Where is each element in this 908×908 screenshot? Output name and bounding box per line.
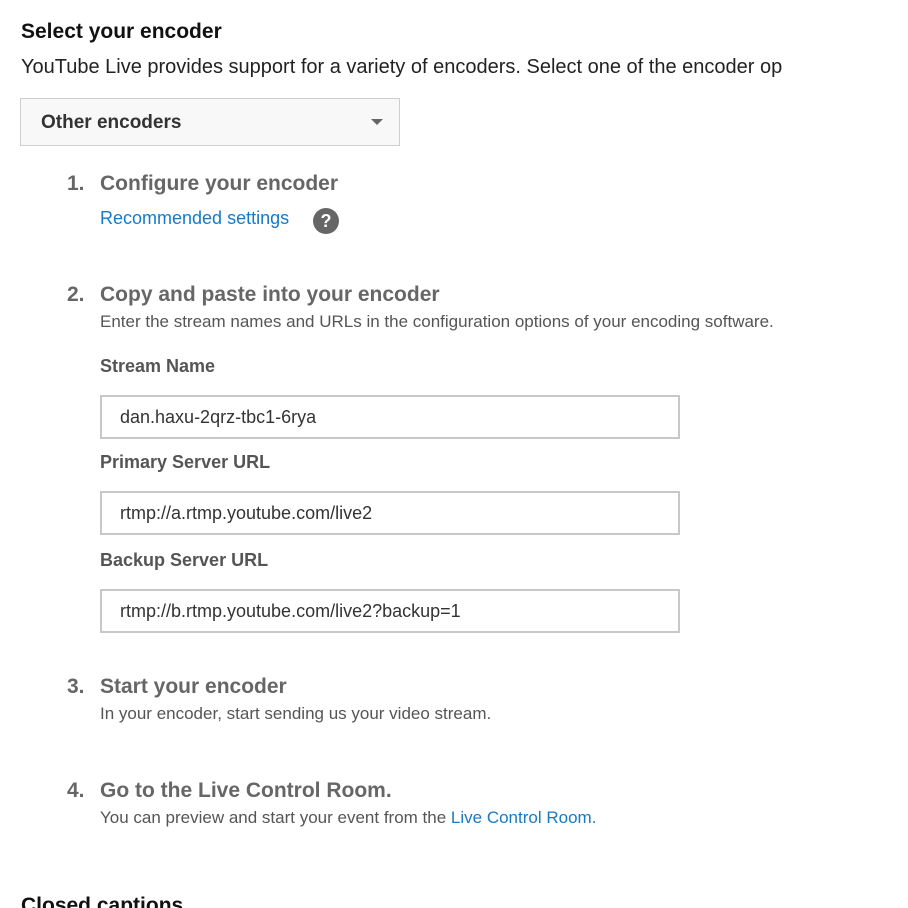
step-start-encoder: 3. Start your encoder In your encoder, s… <box>67 675 897 735</box>
live-control-room-link[interactable]: Live Control Room. <box>451 808 597 827</box>
step-description: Enter the stream names and URLs in the c… <box>100 312 774 331</box>
primary-server-url-label: Primary Server URL <box>100 452 271 472</box>
step-number: 2. <box>67 283 85 306</box>
step-number: 3. <box>67 675 85 698</box>
backup-server-url-field[interactable] <box>100 589 680 633</box>
primary-server-url-field[interactable] <box>100 491 680 535</box>
step-title: Go to the Live Control Room. <box>100 779 392 802</box>
step-configure-encoder: 1. Configure your encoder Recommended se… <box>67 172 897 242</box>
step-title: Copy and paste into your encoder <box>100 283 440 306</box>
stream-name-label: Stream Name <box>100 356 216 376</box>
step-live-control-room: 4. Go to the Live Control Room. You can … <box>67 779 897 839</box>
section-title: Select your encoder <box>21 20 222 43</box>
step-copy-paste: 2. Copy and paste into your encoder Ente… <box>67 283 897 343</box>
encoder-setup-page: Select your encoder YouTube Live provide… <box>0 0 908 908</box>
encoder-select-dropdown[interactable]: Other encoders <box>20 98 400 146</box>
step-title: Start your encoder <box>100 675 287 698</box>
closed-captions-title: Closed captions <box>21 894 184 908</box>
encoder-select-value: Other encoders <box>41 112 182 133</box>
section-description: YouTube Live provides support for a vari… <box>21 56 783 78</box>
step-description: In your encoder, start sending us your v… <box>100 704 492 723</box>
stream-name-field[interactable] <box>100 395 680 439</box>
step-description: You can preview and start your event fro… <box>100 808 596 828</box>
step-number: 4. <box>67 779 85 802</box>
step-title: Configure your encoder <box>100 172 339 195</box>
step-number: 1. <box>67 172 85 195</box>
recommended-settings-link[interactable]: Recommended settings <box>100 208 289 229</box>
step-description-text: You can preview and start your event fro… <box>100 808 451 827</box>
chevron-down-icon <box>371 119 383 125</box>
backup-server-url-label: Backup Server URL <box>100 550 269 570</box>
help-icon[interactable]: ? <box>313 208 339 234</box>
